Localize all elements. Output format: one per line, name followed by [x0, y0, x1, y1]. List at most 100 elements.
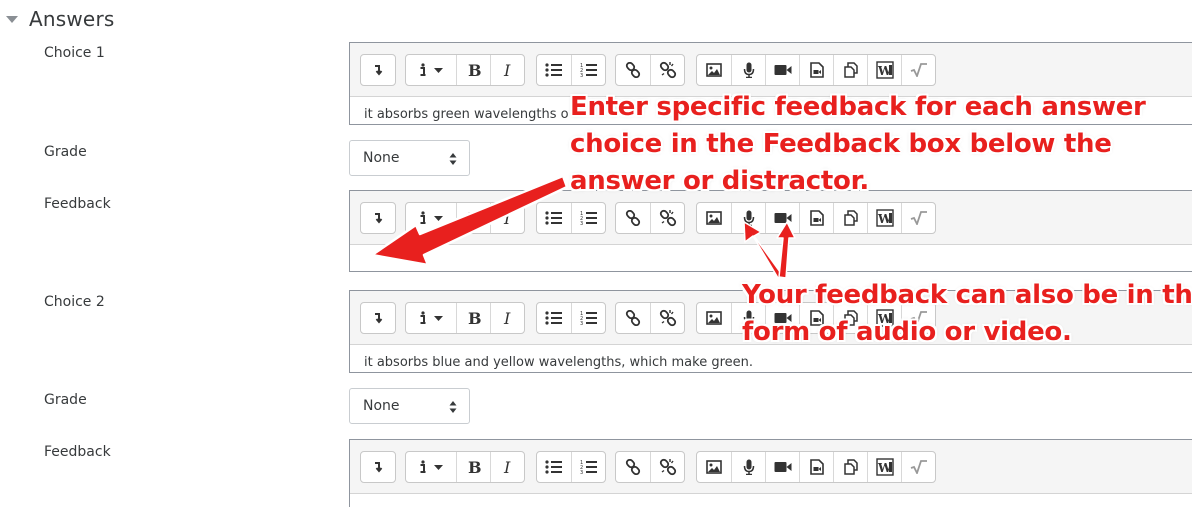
- svg-text:I: I: [503, 459, 511, 475]
- word-import-button[interactable]: W: [867, 452, 901, 482]
- ordered-list-button[interactable]: 123: [571, 303, 605, 333]
- answers-section-header[interactable]: Answers: [6, 5, 114, 33]
- ordered-list-button[interactable]: 123: [571, 452, 605, 482]
- media-button[interactable]: [799, 452, 833, 482]
- paragraph-style-icon: [414, 211, 448, 225]
- record-video-button[interactable]: [765, 55, 799, 85]
- word-import-button[interactable]: W: [867, 203, 901, 233]
- bold-button[interactable]: B: [456, 203, 490, 233]
- record-video-icon: [774, 212, 792, 224]
- toolbar-group: [615, 54, 685, 86]
- media-annotation-line-2: form of audio or video.: [742, 317, 1072, 347]
- collapse-icon: [371, 211, 385, 225]
- media-icon: [809, 459, 824, 475]
- unordered-list-button[interactable]: [537, 55, 571, 85]
- toolbar-group: 123: [536, 202, 606, 234]
- toolbar-group: BI: [405, 202, 525, 234]
- collapse-button[interactable]: [361, 203, 395, 233]
- grade-2-select[interactable]: None: [349, 388, 470, 424]
- toolbar-group: BI: [405, 451, 525, 483]
- feedback-1-label: Feedback: [44, 196, 111, 212]
- unordered-list-button[interactable]: [537, 303, 571, 333]
- unlink-button[interactable]: [650, 452, 684, 482]
- link-button[interactable]: [616, 203, 650, 233]
- collapse-icon: [371, 460, 385, 474]
- feedback-annotation: Enter specific feedback for each answer …: [570, 89, 1146, 200]
- image-button[interactable]: [697, 303, 731, 333]
- record-video-button[interactable]: [765, 203, 799, 233]
- image-icon: [706, 311, 722, 325]
- svg-text:3: 3: [580, 470, 583, 475]
- toolbar-group: [360, 302, 396, 334]
- record-audio-button[interactable]: [731, 55, 765, 85]
- manage-files-button[interactable]: [833, 55, 867, 85]
- equation-button[interactable]: [901, 55, 935, 85]
- equation-icon: [910, 460, 928, 474]
- feedback-1-content[interactable]: [350, 245, 1192, 271]
- feedback-2-editor: BI 123 W: [349, 439, 1192, 507]
- bold-button[interactable]: B: [456, 303, 490, 333]
- bold-button[interactable]: B: [456, 452, 490, 482]
- record-audio-button[interactable]: [731, 452, 765, 482]
- italic-button[interactable]: I: [490, 303, 524, 333]
- italic-button[interactable]: I: [490, 452, 524, 482]
- toolbar-group: 123: [536, 302, 606, 334]
- word-import-button[interactable]: W: [867, 55, 901, 85]
- unordered-list-button[interactable]: [537, 203, 571, 233]
- italic-icon: I: [501, 62, 515, 78]
- image-button[interactable]: [697, 452, 731, 482]
- collapse-caret-icon[interactable]: [6, 16, 18, 23]
- link-button[interactable]: [616, 55, 650, 85]
- choice-1-label: Choice 1: [44, 45, 105, 61]
- paragraph-style-button[interactable]: [406, 55, 456, 85]
- manage-files-button[interactable]: [833, 203, 867, 233]
- link-button[interactable]: [616, 303, 650, 333]
- link-icon: [625, 459, 641, 475]
- collapse-button[interactable]: [361, 452, 395, 482]
- ordered-list-button[interactable]: 123: [571, 203, 605, 233]
- italic-button[interactable]: I: [490, 203, 524, 233]
- record-audio-icon: [743, 62, 755, 78]
- unordered-list-icon: [545, 311, 563, 325]
- media-button[interactable]: [799, 55, 833, 85]
- bold-button[interactable]: B: [456, 55, 490, 85]
- collapse-icon: [371, 311, 385, 325]
- collapse-button[interactable]: [361, 303, 395, 333]
- image-button[interactable]: [697, 203, 731, 233]
- feedback-2-label: Feedback: [44, 444, 111, 460]
- link-button[interactable]: [616, 452, 650, 482]
- svg-text:I: I: [503, 310, 511, 326]
- equation-button[interactable]: [901, 452, 935, 482]
- italic-button[interactable]: I: [490, 55, 524, 85]
- paragraph-style-icon: [414, 63, 448, 77]
- equation-button[interactable]: [901, 203, 935, 233]
- select-arrows-icon: [449, 401, 457, 413]
- record-video-button[interactable]: [765, 452, 799, 482]
- ordered-list-icon: 123: [580, 62, 598, 78]
- unlink-button[interactable]: [650, 55, 684, 85]
- toolbar-group: [615, 202, 685, 234]
- collapse-button[interactable]: [361, 55, 395, 85]
- paragraph-style-button[interactable]: [406, 303, 456, 333]
- feedback-annotation-line-3: answer or distractor.: [570, 166, 869, 196]
- manage-files-button[interactable]: [833, 452, 867, 482]
- unordered-list-icon: [545, 211, 563, 225]
- image-button[interactable]: [697, 55, 731, 85]
- paragraph-style-button[interactable]: [406, 452, 456, 482]
- media-button[interactable]: [799, 203, 833, 233]
- svg-text:I: I: [503, 62, 511, 78]
- link-icon: [625, 210, 641, 226]
- editor-toolbar: BI 123 W: [350, 440, 1192, 494]
- unlink-button[interactable]: [650, 203, 684, 233]
- italic-icon: I: [501, 459, 515, 475]
- record-audio-button[interactable]: [731, 203, 765, 233]
- unordered-list-button[interactable]: [537, 452, 571, 482]
- ordered-list-button[interactable]: 123: [571, 55, 605, 85]
- unlink-button[interactable]: [650, 303, 684, 333]
- paragraph-style-button[interactable]: [406, 203, 456, 233]
- ordered-list-icon: 123: [580, 210, 598, 226]
- grade-1-select[interactable]: None: [349, 140, 470, 176]
- svg-text:3: 3: [580, 321, 583, 326]
- toolbar-group: W: [696, 54, 936, 86]
- feedback-2-content[interactable]: [350, 494, 1192, 507]
